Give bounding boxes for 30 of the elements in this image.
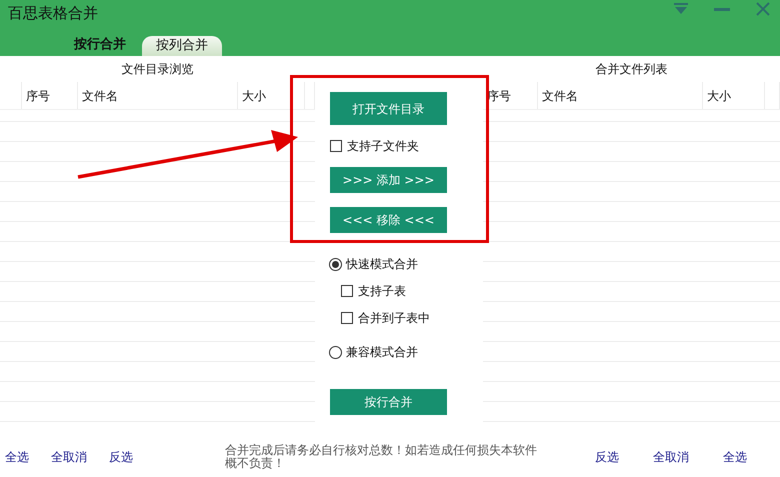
checkbox-label: 支持子表 [358,283,406,300]
checkbox[interactable] [341,312,353,324]
window-title: 百思表格合并 [8,3,98,24]
notice-text: 合并完成后请务必自行核对总数！如若造成任何损失本软件概不负责！ [225,444,538,470]
radio-label: 兼容模式合并 [346,344,418,361]
radio-button[interactable] [329,258,342,270]
column-header[interactable]: 文件名 [78,82,238,109]
radio-label: 快速模式合并 [346,256,418,273]
checkbox-label: 合并到子表中 [358,310,430,327]
list-title: 文件目录浏览 [120,61,194,78]
column-header[interactable]: 大小 [238,82,305,109]
checkbox-label: 支持子文件夹 [347,138,419,155]
column-header[interactable]: 大小 [703,82,765,109]
link[interactable]: 全选 [723,448,747,466]
checkbox[interactable] [341,285,353,297]
link[interactable]: 全取消 [653,448,689,466]
column-header[interactable]: 文件名 [538,82,703,109]
link[interactable]: 反选 [109,448,133,466]
link[interactable]: 全选 [5,448,29,466]
column-header[interactable]: 序号 [22,82,78,109]
radio-button[interactable] [329,346,342,358]
list-title: 合并文件列表 [594,61,668,78]
link[interactable]: 全取消 [51,448,87,466]
open-folder-button[interactable]: 打开文件目录 [330,92,447,125]
link[interactable]: 反选 [595,448,619,466]
merge-button[interactable]: 按行合并 [330,389,447,415]
checkbox[interactable] [330,140,342,152]
tab[interactable]: 按列合并 [142,36,222,56]
remove-button[interactable]: <<< 移除 <<< [330,207,447,233]
add-button[interactable]: >>> 添加 >>> [330,167,447,193]
